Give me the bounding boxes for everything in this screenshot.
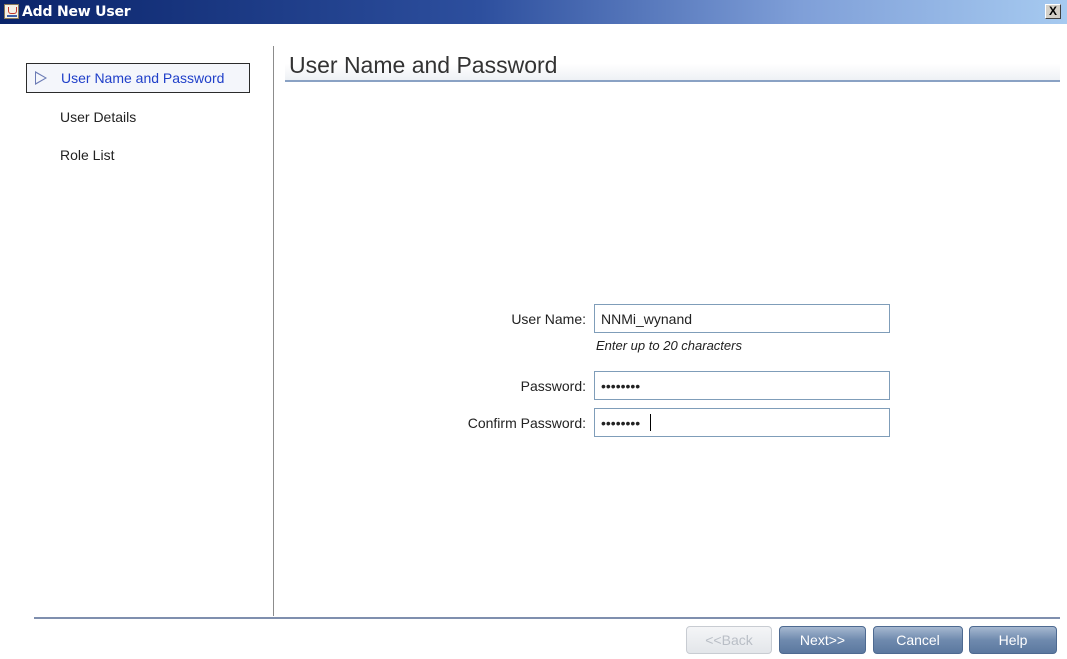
cancel-button[interactable]: Cancel [873,626,963,654]
confirm-password-field[interactable] [594,408,890,437]
window-title: Add New User [22,4,131,20]
java-cup-icon [4,4,19,19]
close-icon: X [1048,4,1057,18]
nav-divider [273,46,274,616]
triangle-right-icon [35,71,47,85]
text-cursor [650,414,651,431]
back-button[interactable]: <<Back [686,626,772,654]
nav-item-label: User Details [60,109,137,125]
nav-item-role-list[interactable]: Role List [60,141,114,171]
nav-item-label: User Name and Password [61,70,225,86]
wizard-steps-nav [0,24,273,616]
nav-item-label: Role List [60,147,115,163]
username-input[interactable] [594,304,890,333]
close-button[interactable]: X [1045,4,1061,19]
page-title: User Name and Password [289,52,558,78]
password-label: Password: [520,378,586,394]
username-label: User Name: [511,311,586,327]
panel-header: User Name and Password [285,50,1060,82]
username-hint: Enter up to 20 characters [596,338,742,353]
password-field[interactable] [594,371,890,400]
next-button[interactable]: Next>> [779,626,866,654]
confirm-password-label: Confirm Password: [467,415,586,431]
footer-divider [34,617,1060,619]
nav-item-user-details[interactable]: User Details [60,103,136,133]
nav-item-user-name-and-password[interactable]: User Name and Password [26,63,250,93]
help-button[interactable]: Help [969,626,1057,654]
title-bar: Add New User X [0,0,1067,24]
